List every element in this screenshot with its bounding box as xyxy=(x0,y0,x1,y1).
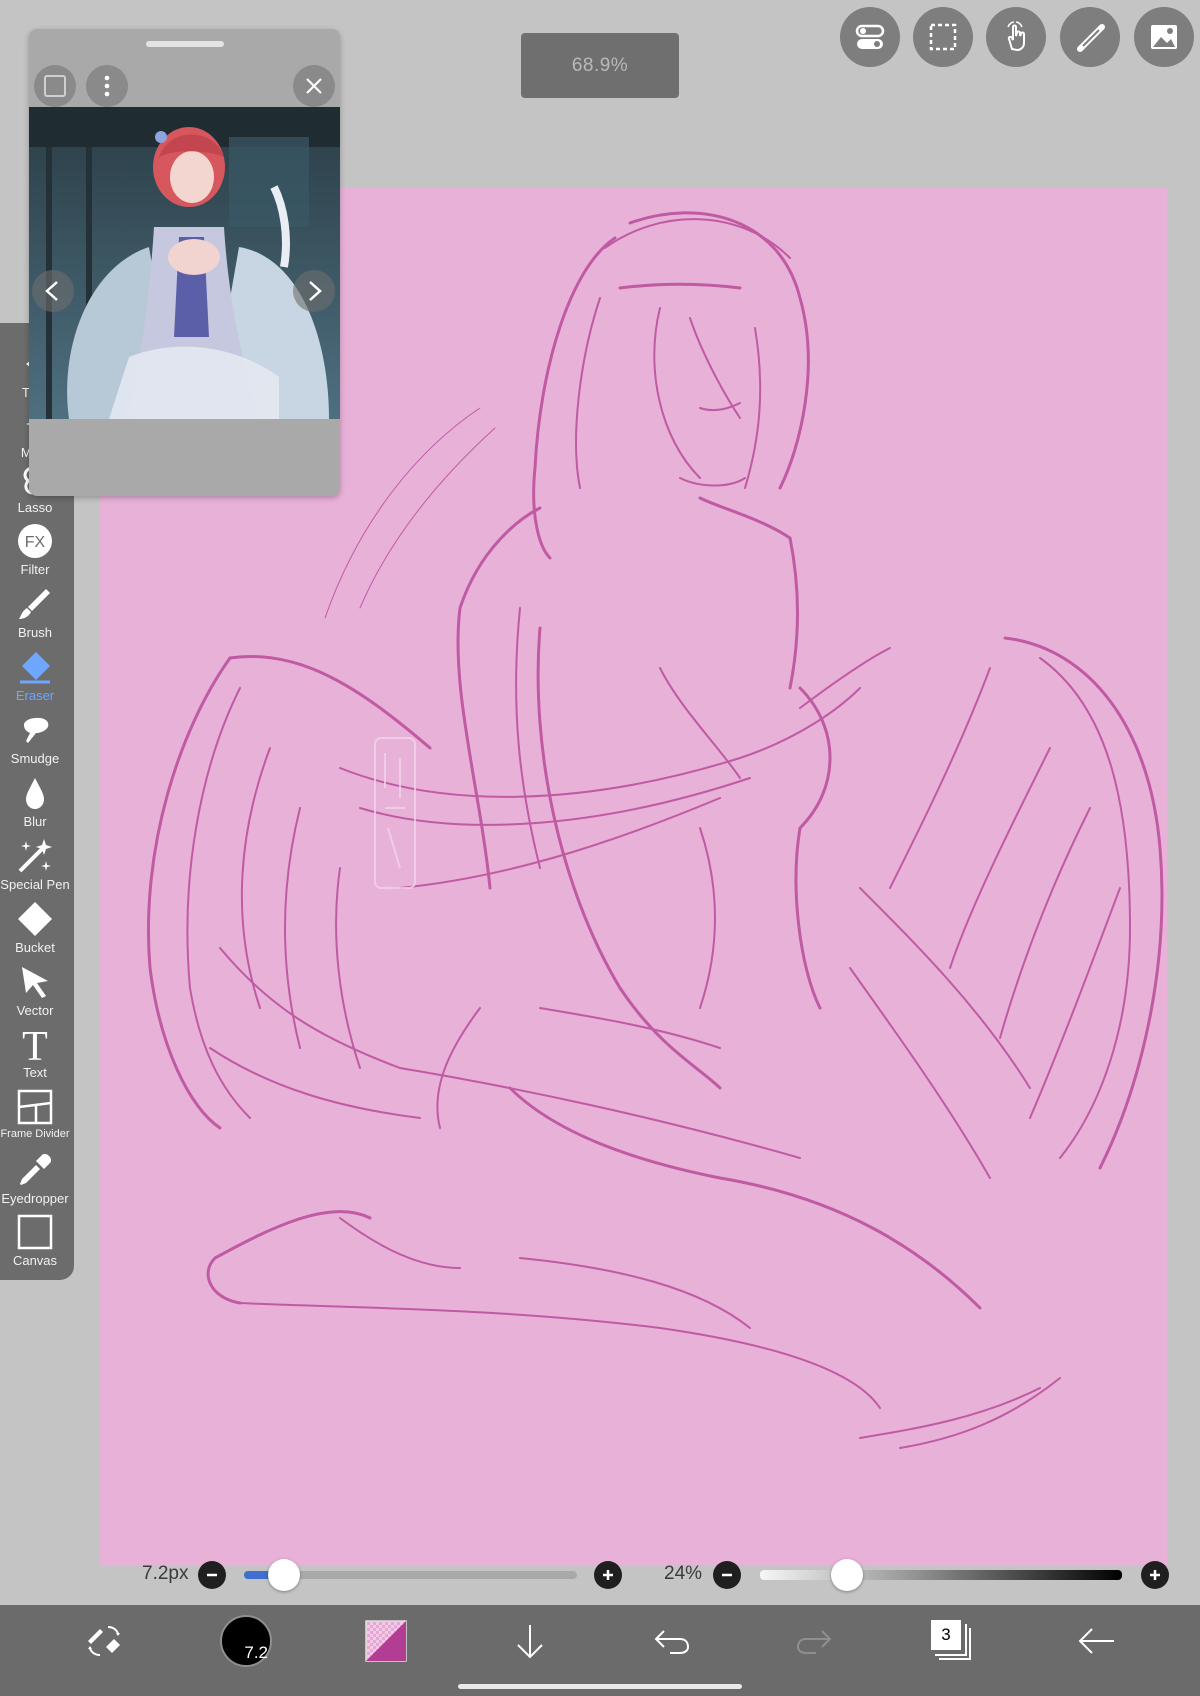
tool-smudge[interactable]: Smudge xyxy=(0,711,70,773)
settings-toggle-icon xyxy=(855,24,885,49)
tool-label: Smudge xyxy=(10,751,60,766)
fit-frame-icon xyxy=(44,75,66,97)
eraser-icon xyxy=(20,652,50,684)
text-icon: T xyxy=(22,1025,48,1063)
arrow-left-icon xyxy=(1078,1628,1114,1654)
reference-next-button[interactable] xyxy=(293,270,335,312)
brush-size-value: 7.2px xyxy=(142,1563,189,1584)
tool-special-pen[interactable]: Special Pen xyxy=(0,837,70,899)
svg-text:T: T xyxy=(22,1025,48,1063)
filter-icon: FX xyxy=(18,524,52,558)
ruler-icon xyxy=(1077,24,1105,52)
reference-fit-button[interactable] xyxy=(34,65,76,107)
layers-button[interactable]: 3 xyxy=(928,1605,976,1677)
home-indicator xyxy=(458,1684,742,1689)
brush-preview-icon: 7.2 xyxy=(220,1615,272,1667)
tool-brush[interactable]: Brush xyxy=(0,585,70,647)
touch-gesture-icon xyxy=(1007,21,1025,52)
selection-icon xyxy=(929,23,957,51)
ruler-button[interactable] xyxy=(1060,7,1120,67)
color-swatch-icon xyxy=(365,1620,407,1662)
eyedropper-icon xyxy=(20,1153,52,1185)
tool-label: Canvas xyxy=(12,1253,58,1268)
tool-eyedropper[interactable]: Eyedropper xyxy=(0,1151,70,1213)
brush-size-increase-button[interactable] xyxy=(594,1561,622,1589)
tool-label: Text xyxy=(23,1065,47,1080)
bottom-toolbar: 7.2 3 xyxy=(0,1605,1200,1696)
color-button[interactable] xyxy=(362,1605,410,1677)
reference-window-drag-handle[interactable] xyxy=(146,41,224,47)
plus-icon xyxy=(1150,1570,1160,1580)
tool-frame-divider[interactable]: Frame Divider xyxy=(0,1088,70,1150)
tool-label: Blur xyxy=(23,814,47,829)
reference-close-button[interactable] xyxy=(293,65,335,107)
redo-button[interactable] xyxy=(790,1605,838,1677)
opacity-increase-button[interactable] xyxy=(1141,1561,1169,1589)
plus-icon xyxy=(603,1570,613,1580)
tool-canvas[interactable]: Canvas xyxy=(0,1213,70,1275)
chevron-right-icon xyxy=(309,281,322,301)
brush-settings-button[interactable]: 7.2 xyxy=(218,1605,274,1677)
tool-label: Bucket xyxy=(15,940,55,955)
more-vertical-icon xyxy=(104,75,110,97)
minus-icon xyxy=(207,1573,217,1577)
tool-label: Filter xyxy=(20,562,50,577)
reference-prev-button[interactable] xyxy=(32,270,74,312)
arrow-down-icon xyxy=(517,1625,543,1659)
zoom-level-indicator: 68.9% xyxy=(521,33,679,98)
tool-label: Brush xyxy=(18,625,52,640)
back-button[interactable] xyxy=(1072,1605,1120,1677)
frame-divider-icon xyxy=(17,1089,53,1125)
svg-text:FX: FX xyxy=(25,534,46,551)
brush-size-decrease-button[interactable] xyxy=(198,1561,226,1589)
tool-vector[interactable]: Vector xyxy=(0,963,70,1025)
chevron-left-icon xyxy=(45,281,58,301)
tool-label: Eyedropper xyxy=(1,1191,69,1206)
brush-size-badge: 7.2 xyxy=(244,1643,268,1662)
tool-label: Lasso xyxy=(17,500,53,515)
undo-icon xyxy=(654,1630,690,1654)
tool-label: Eraser xyxy=(15,688,55,703)
undo-button[interactable] xyxy=(648,1605,696,1677)
reference-window[interactable] xyxy=(29,29,340,496)
quick-switch-button[interactable] xyxy=(76,1605,132,1677)
image-material-icon xyxy=(1151,25,1177,49)
selection-button[interactable] xyxy=(913,7,973,67)
special-pen-icon xyxy=(18,839,52,873)
brush-eraser-switch-icon xyxy=(88,1626,120,1656)
bucket-icon xyxy=(18,902,52,936)
tool-label: Special Pen xyxy=(0,877,70,892)
layers-icon: 3 xyxy=(930,1619,974,1663)
smudge-icon xyxy=(24,717,49,743)
tool-filter[interactable]: FX Filter xyxy=(0,522,70,584)
touch-gesture-button[interactable] xyxy=(986,7,1046,67)
minus-icon xyxy=(722,1573,732,1577)
brush-size-handle[interactable] xyxy=(268,1559,300,1591)
brush-icon xyxy=(19,589,50,619)
reference-menu-button[interactable] xyxy=(86,65,128,107)
layers-count: 3 xyxy=(931,1620,961,1650)
reference-image xyxy=(29,107,340,419)
settings-toggle-button[interactable] xyxy=(840,7,900,67)
blur-icon xyxy=(26,778,44,809)
tool-blur[interactable]: Blur xyxy=(0,774,70,836)
close-icon xyxy=(306,78,322,94)
tool-label: Frame Divider xyxy=(0,1128,70,1140)
tool-bucket[interactable]: Bucket xyxy=(0,900,70,962)
redo-icon xyxy=(796,1630,832,1654)
image-material-button[interactable] xyxy=(1134,7,1194,67)
opacity-track[interactable] xyxy=(760,1570,1122,1580)
vector-icon xyxy=(22,967,48,998)
opacity-decrease-button[interactable] xyxy=(713,1561,741,1589)
opacity-handle[interactable] xyxy=(831,1559,863,1591)
opacity-value: 24% xyxy=(664,1563,703,1584)
tool-text[interactable]: T Text xyxy=(0,1025,70,1087)
tool-eraser[interactable]: Eraser xyxy=(0,648,70,710)
canvas-icon xyxy=(17,1214,53,1250)
download-layer-button[interactable] xyxy=(506,1605,554,1677)
tool-label: Vector xyxy=(16,1003,54,1018)
